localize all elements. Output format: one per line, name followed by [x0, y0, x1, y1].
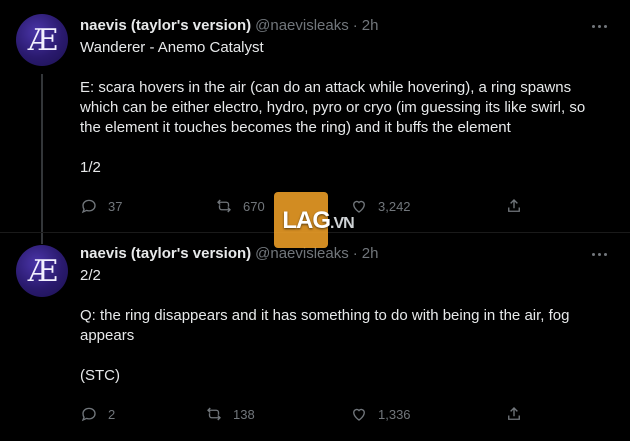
retweet-count: 670	[243, 198, 265, 214]
retweet-button[interactable]: 138	[205, 405, 255, 423]
like-count: 1,336	[378, 406, 411, 422]
tweet-line: Q: the ring disappears and it has someth…	[80, 307, 570, 344]
like-icon	[353, 408, 365, 421]
share-icon	[508, 199, 520, 212]
avatar-logo: Æ	[27, 22, 58, 58]
author-name[interactable]: naevis (taylor's version)	[80, 17, 251, 34]
avatar-logo: Æ	[27, 253, 58, 289]
separator-dot: ·	[352, 16, 358, 34]
more-icon[interactable]	[588, 16, 610, 36]
thread-connector	[41, 74, 43, 244]
reply-count: 2	[108, 406, 116, 422]
tweet-actions: 2 138 1,336	[80, 405, 530, 427]
share-icon	[508, 407, 520, 420]
reply-button[interactable]: 2	[80, 405, 115, 423]
tweet-header: naevis (taylor's version) @naevisleaks ·…	[80, 15, 378, 35]
tweet-line-blank	[80, 58, 610, 78]
reply-icon	[81, 199, 96, 214]
tweet-text: Wanderer - Anemo Catalyst E: scara hover…	[80, 38, 610, 178]
tweet-text: 2/2 Q: the ring disappears and it has so…	[80, 266, 610, 386]
retweet-icon	[207, 407, 221, 421]
retweet-count: 138	[233, 406, 255, 422]
tweet-line: E: scara hovers in the air (can do an at…	[80, 79, 586, 136]
tweet-line-blank	[80, 346, 610, 366]
author-handle[interactable]: @naevisleaks	[255, 17, 349, 34]
like-button[interactable]: 1,336	[350, 405, 411, 423]
tweet-line-blank	[80, 286, 610, 306]
retweet-icon	[217, 199, 231, 213]
tweet-line: Wanderer - Anemo Catalyst	[80, 39, 264, 56]
author-name[interactable]: naevis (taylor's version)	[80, 245, 251, 262]
share-button[interactable]	[505, 405, 523, 423]
reply-button[interactable]: 37	[80, 197, 122, 215]
timestamp[interactable]: 2h	[362, 17, 379, 34]
tweet-line: 2/2	[80, 267, 101, 284]
avatar[interactable]: Æ	[16, 14, 68, 66]
tweet-line-blank	[80, 138, 610, 158]
like-count: 3,242	[378, 198, 411, 214]
retweet-button[interactable]: 670	[215, 197, 265, 215]
reply-icon	[81, 407, 96, 422]
watermark-text: LAG.VN	[282, 207, 354, 234]
reply-count: 37	[108, 198, 123, 214]
tweet-line: 1/2	[80, 159, 101, 176]
tweet[interactable]: Æ naevis (taylor's version) @naevisleaks…	[0, 232, 630, 441]
more-icon[interactable]	[588, 244, 610, 264]
tweet-line: (STC)	[80, 367, 120, 384]
watermark-logo: LAG.VN	[268, 186, 368, 256]
share-button[interactable]	[505, 197, 523, 215]
avatar[interactable]: Æ	[16, 245, 68, 297]
